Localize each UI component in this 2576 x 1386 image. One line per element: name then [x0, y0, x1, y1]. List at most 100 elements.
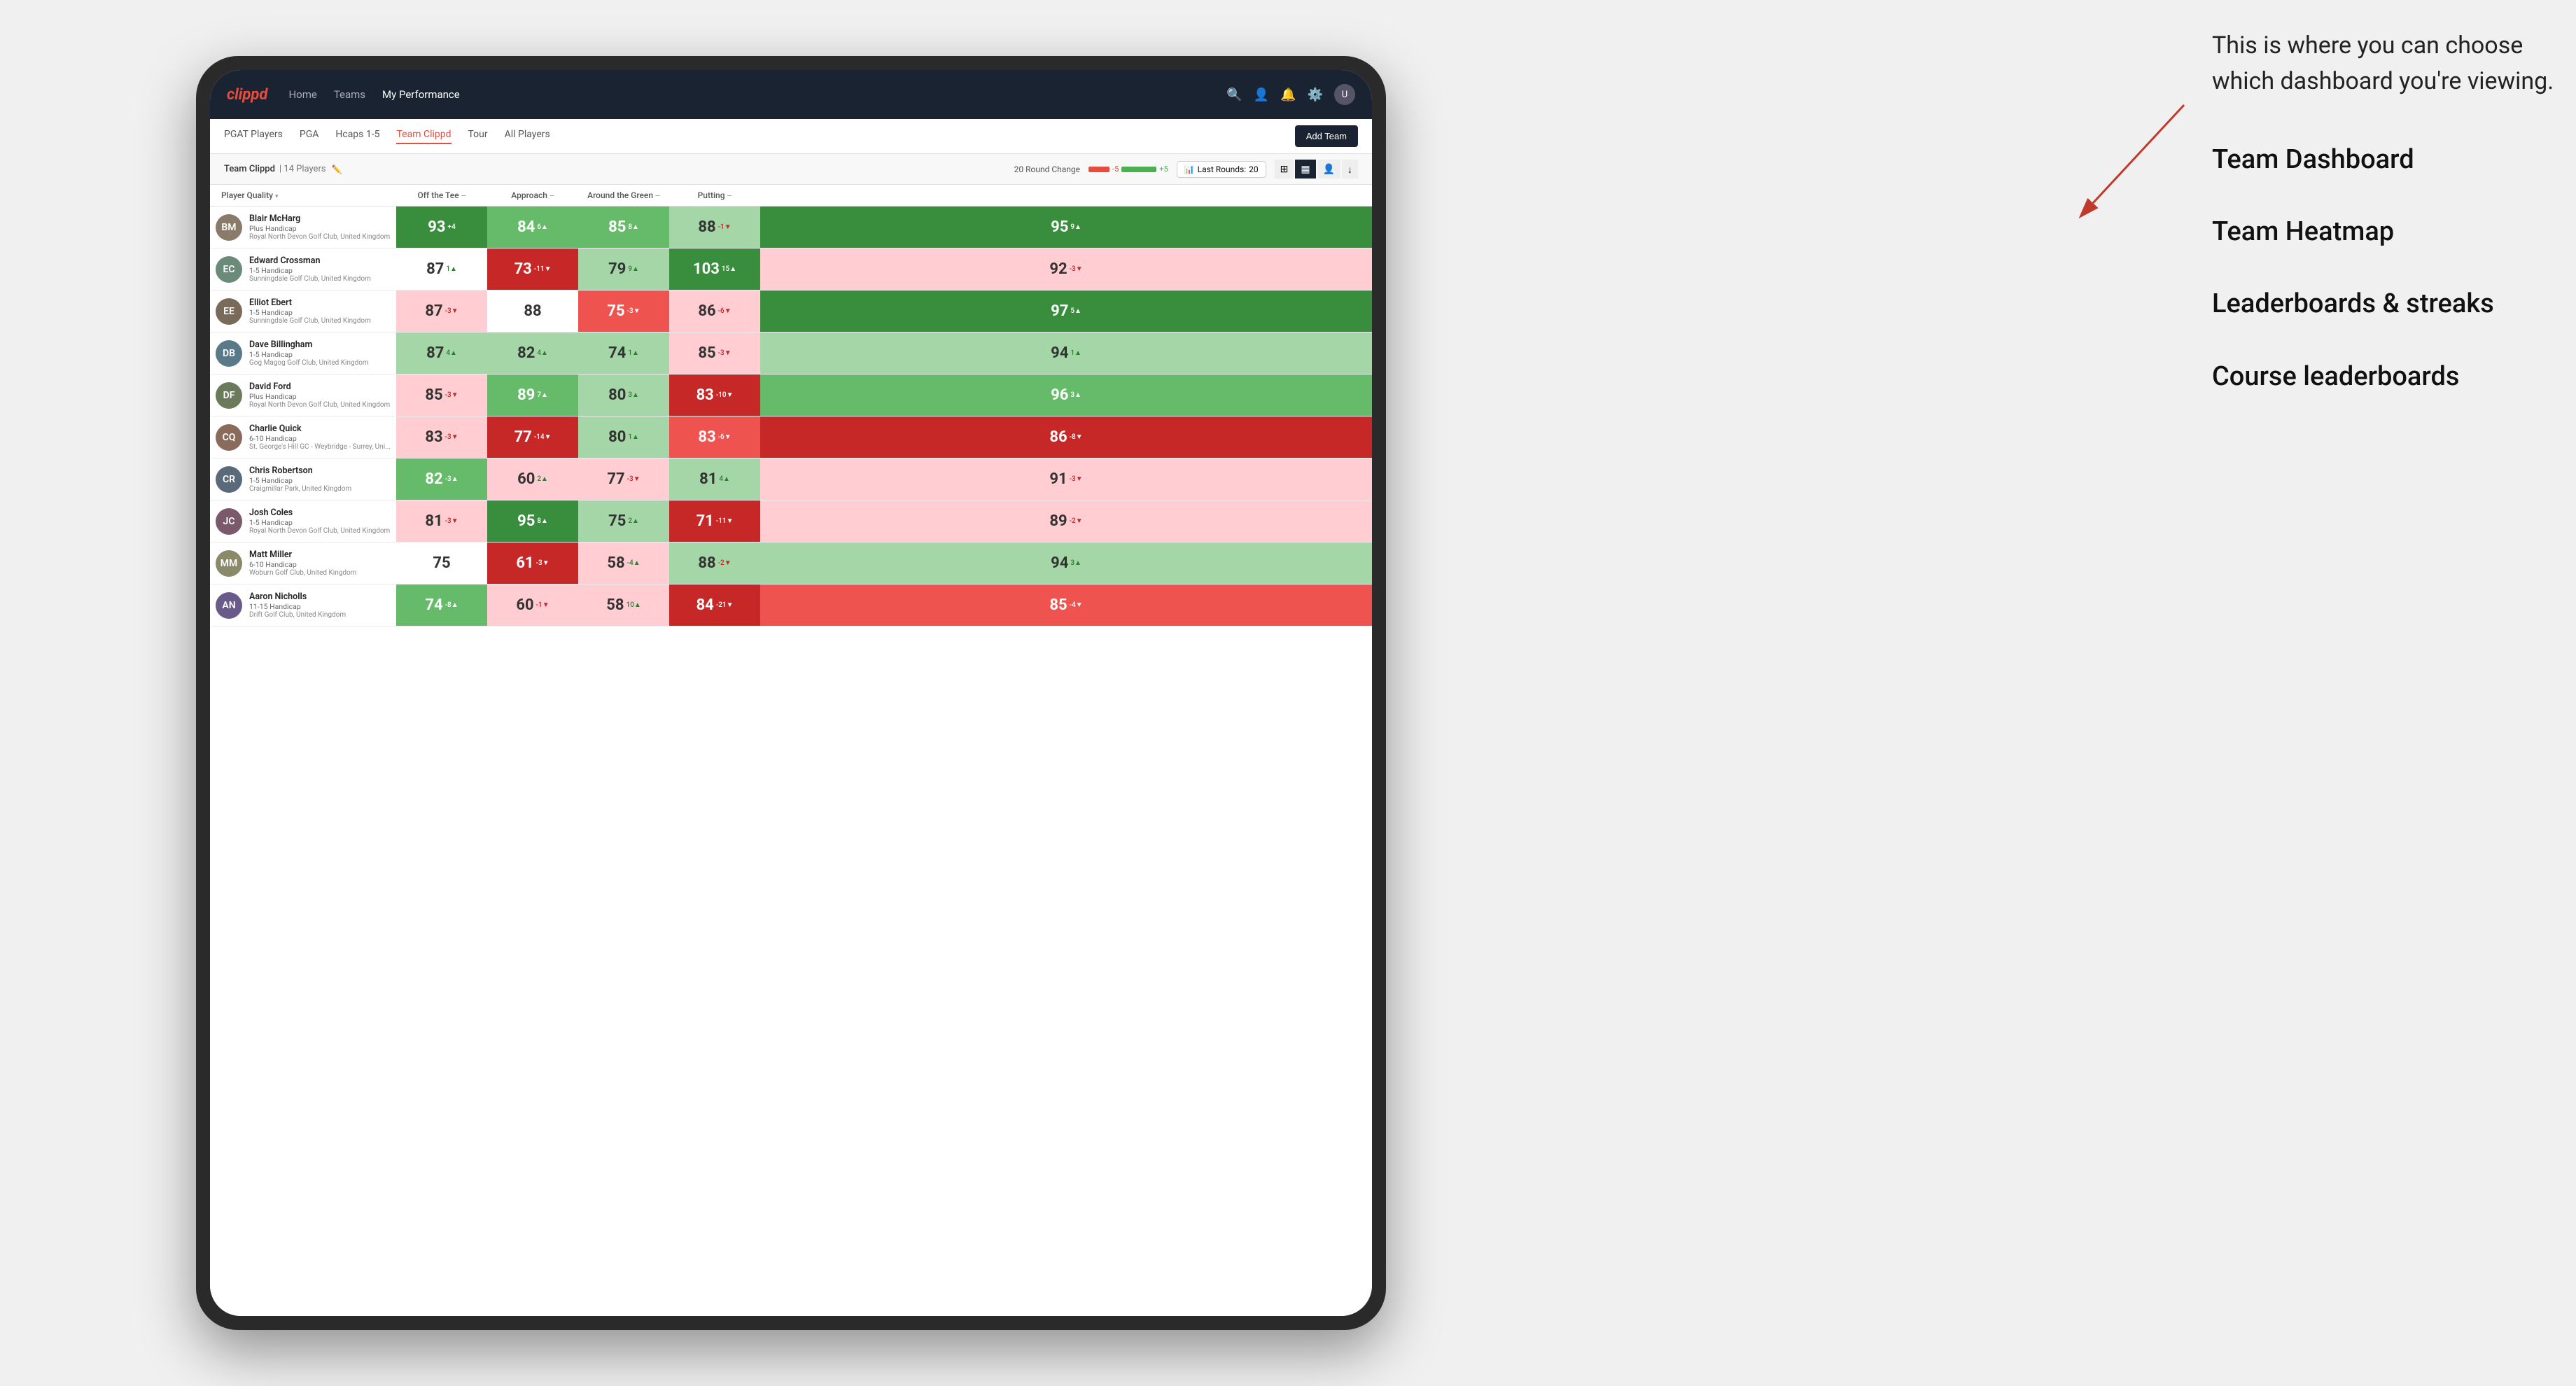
- sub-nav-team-clippd[interactable]: Team Clippd: [396, 129, 451, 144]
- table-row[interactable]: JC Josh Coles 1-5 Handicap Royal North D…: [210, 500, 1372, 542]
- score-change: -6▼: [718, 433, 732, 441]
- score-change: -6▼: [718, 307, 732, 315]
- score-cell-putting: 92 -3▼: [760, 248, 1372, 290]
- sub-nav-pga[interactable]: PGA: [300, 129, 319, 144]
- change-bar-red: [1088, 167, 1110, 172]
- table-row[interactable]: DF David Ford Plus Handicap Royal North …: [210, 374, 1372, 416]
- score-value: 84: [517, 218, 535, 236]
- col-header-tee[interactable]: Off the Tee —: [396, 185, 487, 206]
- score-value: 93: [428, 218, 445, 236]
- score-cell-around: 85 -3▼: [669, 332, 760, 374]
- avatar[interactable]: U: [1334, 84, 1355, 105]
- person-icon[interactable]: 👤: [1254, 88, 1269, 102]
- score-change: 9▲: [1070, 223, 1082, 231]
- player-handicap: 1-5 Handicap: [249, 308, 391, 317]
- score-value: 75: [607, 302, 624, 320]
- col-header-approach[interactable]: Approach —: [487, 185, 578, 206]
- table-row[interactable]: EC Edward Crossman 1-5 Handicap Sunningd…: [210, 248, 1372, 290]
- nav-link-home[interactable]: Home: [288, 88, 316, 101]
- player-handicap: Plus Handicap: [249, 392, 391, 401]
- view-heat-button[interactable]: ▦: [1295, 160, 1315, 178]
- score-cell-tee: 61 -3▼: [487, 542, 578, 584]
- score-change: 1▲: [1070, 349, 1082, 357]
- score-inner: 87 4▲: [399, 334, 484, 372]
- player-handicap: 1-5 Handicap: [249, 350, 391, 359]
- score-value: 91: [1049, 470, 1067, 488]
- last-rounds-button[interactable]: 📊 Last Rounds: 20: [1177, 161, 1266, 178]
- nav-link-performance[interactable]: My Performance: [382, 88, 460, 101]
- score-cell-putting: 97 5▲: [760, 290, 1372, 332]
- score-value: 92: [1049, 260, 1067, 278]
- score-value: 86: [698, 302, 715, 320]
- edit-icon[interactable]: ✏️: [332, 164, 342, 174]
- settings-icon[interactable]: ⚙️: [1308, 88, 1323, 102]
- score-change: 1▲: [446, 265, 457, 273]
- team-count: | 14 Players: [279, 164, 326, 174]
- annotation-intro: This is where you can choose which dashb…: [2212, 28, 2562, 99]
- table-row[interactable]: EE Elliot Ebert 1-5 Handicap Sunningdale…: [210, 290, 1372, 332]
- player-club: Sunningdale Golf Club, United Kingdom: [249, 275, 391, 283]
- score-change: 4▲: [537, 349, 548, 357]
- search-icon[interactable]: 🔍: [1226, 88, 1242, 102]
- view-person-button[interactable]: 👤: [1317, 160, 1340, 178]
- score-inner: 95 9▲: [763, 208, 1369, 246]
- score-cell-tee: 73 -11▼: [487, 248, 578, 290]
- score-change: -11▼: [534, 265, 552, 273]
- col-header-player[interactable]: Player Quality ▾: [210, 185, 396, 206]
- score-change: -2▼: [1070, 517, 1083, 525]
- player-handicap: 11-15 Handicap: [249, 602, 391, 611]
- annotation-team-heatmap: Team Heatmap: [2212, 214, 2562, 251]
- player-name: Charlie Quick: [249, 424, 391, 434]
- table-body: BM Blair McHarg Plus Handicap Royal Nort…: [210, 206, 1372, 626]
- table-row[interactable]: BM Blair McHarg Plus Handicap Royal Nort…: [210, 206, 1372, 248]
- sub-nav-all-players[interactable]: All Players: [505, 129, 550, 144]
- score-change: -3▼: [445, 307, 458, 315]
- score-change: -2▼: [718, 559, 732, 567]
- score-cell-around: 84 -21▼: [669, 584, 760, 626]
- score-inner: 84 6▲: [490, 208, 575, 246]
- add-team-button[interactable]: Add Team: [1295, 125, 1358, 147]
- score-change: 3▲: [1070, 559, 1082, 567]
- score-value: 79: [608, 260, 626, 278]
- player-avatar: CR: [216, 466, 242, 493]
- table-row[interactable]: DB Dave Billingham 1-5 Handicap Gog Mago…: [210, 332, 1372, 374]
- col-header-putting[interactable]: Putting —: [669, 185, 760, 206]
- view-download-button[interactable]: ↓: [1342, 160, 1358, 178]
- score-cell-putting: 94 1▲: [760, 332, 1372, 374]
- score-change: -3▼: [1070, 475, 1083, 483]
- score-inner: 96 3▲: [763, 376, 1369, 414]
- view-grid-button[interactable]: ⊞: [1275, 160, 1294, 178]
- score-value: 95: [1051, 218, 1068, 236]
- score-inner: 77 -3▼: [581, 460, 666, 498]
- score-cell-approach: 77 -3▼: [578, 458, 669, 500]
- score-change: 3▲: [1070, 391, 1082, 399]
- player-club: St. George's Hill GC - Weybridge - Surre…: [249, 443, 391, 451]
- score-value: 89: [517, 386, 535, 404]
- score-change: -1▼: [718, 223, 732, 231]
- player-cell: DB Dave Billingham 1-5 Handicap Gog Mago…: [210, 332, 396, 374]
- score-value: 87: [426, 344, 444, 362]
- sub-nav-pgat[interactable]: PGAT Players: [224, 129, 283, 144]
- score-inner: 71 -11▼: [672, 502, 757, 540]
- col-header-around[interactable]: Around the Green —: [578, 185, 669, 206]
- player-club: Woburn Golf Club, United Kingdom: [249, 569, 391, 577]
- player-avatar: CQ: [216, 424, 242, 451]
- player-club: Drift Golf Club, United Kingdom: [249, 611, 391, 619]
- score-cell-around: 88 -2▼: [669, 542, 760, 584]
- sub-nav-hcaps[interactable]: Hcaps 1-5: [335, 129, 379, 144]
- annotation-course-leaderboards: Course leaderboards: [2212, 358, 2562, 396]
- table-header-row: Player Quality ▾ Off the Tee — Approach …: [210, 185, 1372, 206]
- score-cell-tee: 82 4▲: [487, 332, 578, 374]
- score-change: -3▼: [536, 559, 550, 567]
- nav-link-teams[interactable]: Teams: [334, 88, 365, 101]
- player-name: Dave Billingham: [249, 340, 391, 350]
- score-cell-putting: 86 -8▼: [760, 416, 1372, 458]
- table-row[interactable]: CQ Charlie Quick 6-10 Handicap St. Georg…: [210, 416, 1372, 458]
- notifications-icon[interactable]: 🔔: [1280, 88, 1296, 102]
- table-row[interactable]: MM Matt Miller 6-10 Handicap Woburn Golf…: [210, 542, 1372, 584]
- score-value: 77: [607, 470, 624, 488]
- sub-nav-tour[interactable]: Tour: [468, 129, 488, 144]
- table-row[interactable]: CR Chris Robertson 1-5 Handicap Craigmil…: [210, 458, 1372, 500]
- score-cell-around: 81 4▲: [669, 458, 760, 500]
- table-row[interactable]: AN Aaron Nicholls 11-15 Handicap Drift G…: [210, 584, 1372, 626]
